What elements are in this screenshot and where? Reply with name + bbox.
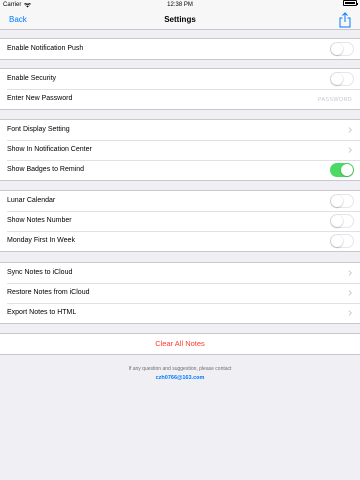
contact-text: If any question and suggestion, please c… xyxy=(128,366,232,372)
enable-security-label: Enable Security xyxy=(7,75,57,82)
contact-footer: If any question and suggestion, please c… xyxy=(0,365,360,383)
display-group: Font Display Setting Show In Notificatio… xyxy=(0,119,360,181)
new-password-row: Enter New Password xyxy=(0,89,360,109)
navigation-bar: Back Settings xyxy=(0,10,360,30)
enable-security-toggle[interactable] xyxy=(330,72,354,86)
monday-first-row: Monday First In Week xyxy=(0,231,360,251)
sync-icloud-row[interactable]: Sync Notes to iCloud xyxy=(0,263,360,283)
new-password-label: Enter New Password xyxy=(7,95,73,102)
sync-icloud-label: Sync Notes to iCloud xyxy=(7,269,73,276)
badges-toggle[interactable] xyxy=(330,163,354,177)
clear-all-notes-button[interactable]: Clear All Notes xyxy=(0,334,360,354)
lunar-calendar-label: Lunar Calendar xyxy=(7,197,56,204)
badges-label: Show Badges to Remind xyxy=(7,166,85,173)
notification-push-group: Enable Notification Push xyxy=(0,38,360,60)
notification-push-row: Enable Notification Push xyxy=(0,39,360,59)
password-field[interactable] xyxy=(272,95,352,104)
security-group: Enable Security Enter New Password xyxy=(0,68,360,110)
status-time: 12:38 PM xyxy=(167,2,193,8)
enable-security-row: Enable Security xyxy=(0,69,360,89)
share-icon[interactable] xyxy=(338,12,352,28)
export-html-label: Export Notes to HTML xyxy=(7,309,77,316)
chevron-right-icon xyxy=(348,147,353,153)
chevron-right-icon xyxy=(348,290,353,296)
battery-icon xyxy=(343,0,358,6)
chevron-right-icon xyxy=(348,127,353,133)
contact-email-link[interactable]: czh0766@163.com xyxy=(0,374,360,383)
chevron-right-icon xyxy=(348,310,353,316)
lunar-calendar-row: Lunar Calendar xyxy=(0,191,360,211)
badges-row: Show Badges to Remind xyxy=(0,160,360,180)
icloud-group: Sync Notes to iCloud Restore Notes from … xyxy=(0,262,360,324)
clear-group: Clear All Notes xyxy=(0,333,360,355)
monday-first-toggle[interactable] xyxy=(330,234,354,248)
page-title: Settings xyxy=(164,15,196,24)
notes-number-row: Show Notes Number xyxy=(0,211,360,231)
status-bar: Carrier 12:38 PM xyxy=(0,0,360,10)
font-display-row[interactable]: Font Display Setting xyxy=(0,120,360,140)
notification-center-row[interactable]: Show In Notification Center xyxy=(0,140,360,160)
lunar-calendar-toggle[interactable] xyxy=(330,194,354,208)
back-button[interactable]: Back xyxy=(9,10,27,30)
notification-push-toggle[interactable] xyxy=(330,42,354,56)
restore-icloud-label: Restore Notes from iCloud xyxy=(7,289,90,296)
notes-number-toggle[interactable] xyxy=(330,214,354,228)
notes-number-label: Show Notes Number xyxy=(7,217,72,224)
calendar-group: Lunar Calendar Show Notes Number Monday … xyxy=(0,190,360,252)
font-display-label: Font Display Setting xyxy=(7,126,70,133)
notification-push-label: Enable Notification Push xyxy=(7,45,84,52)
chevron-right-icon xyxy=(348,270,353,276)
export-html-row[interactable]: Export Notes to HTML xyxy=(0,303,360,323)
restore-icloud-row[interactable]: Restore Notes from iCloud xyxy=(0,283,360,303)
monday-first-label: Monday First In Week xyxy=(7,237,75,244)
notification-center-label: Show In Notification Center xyxy=(7,146,92,153)
